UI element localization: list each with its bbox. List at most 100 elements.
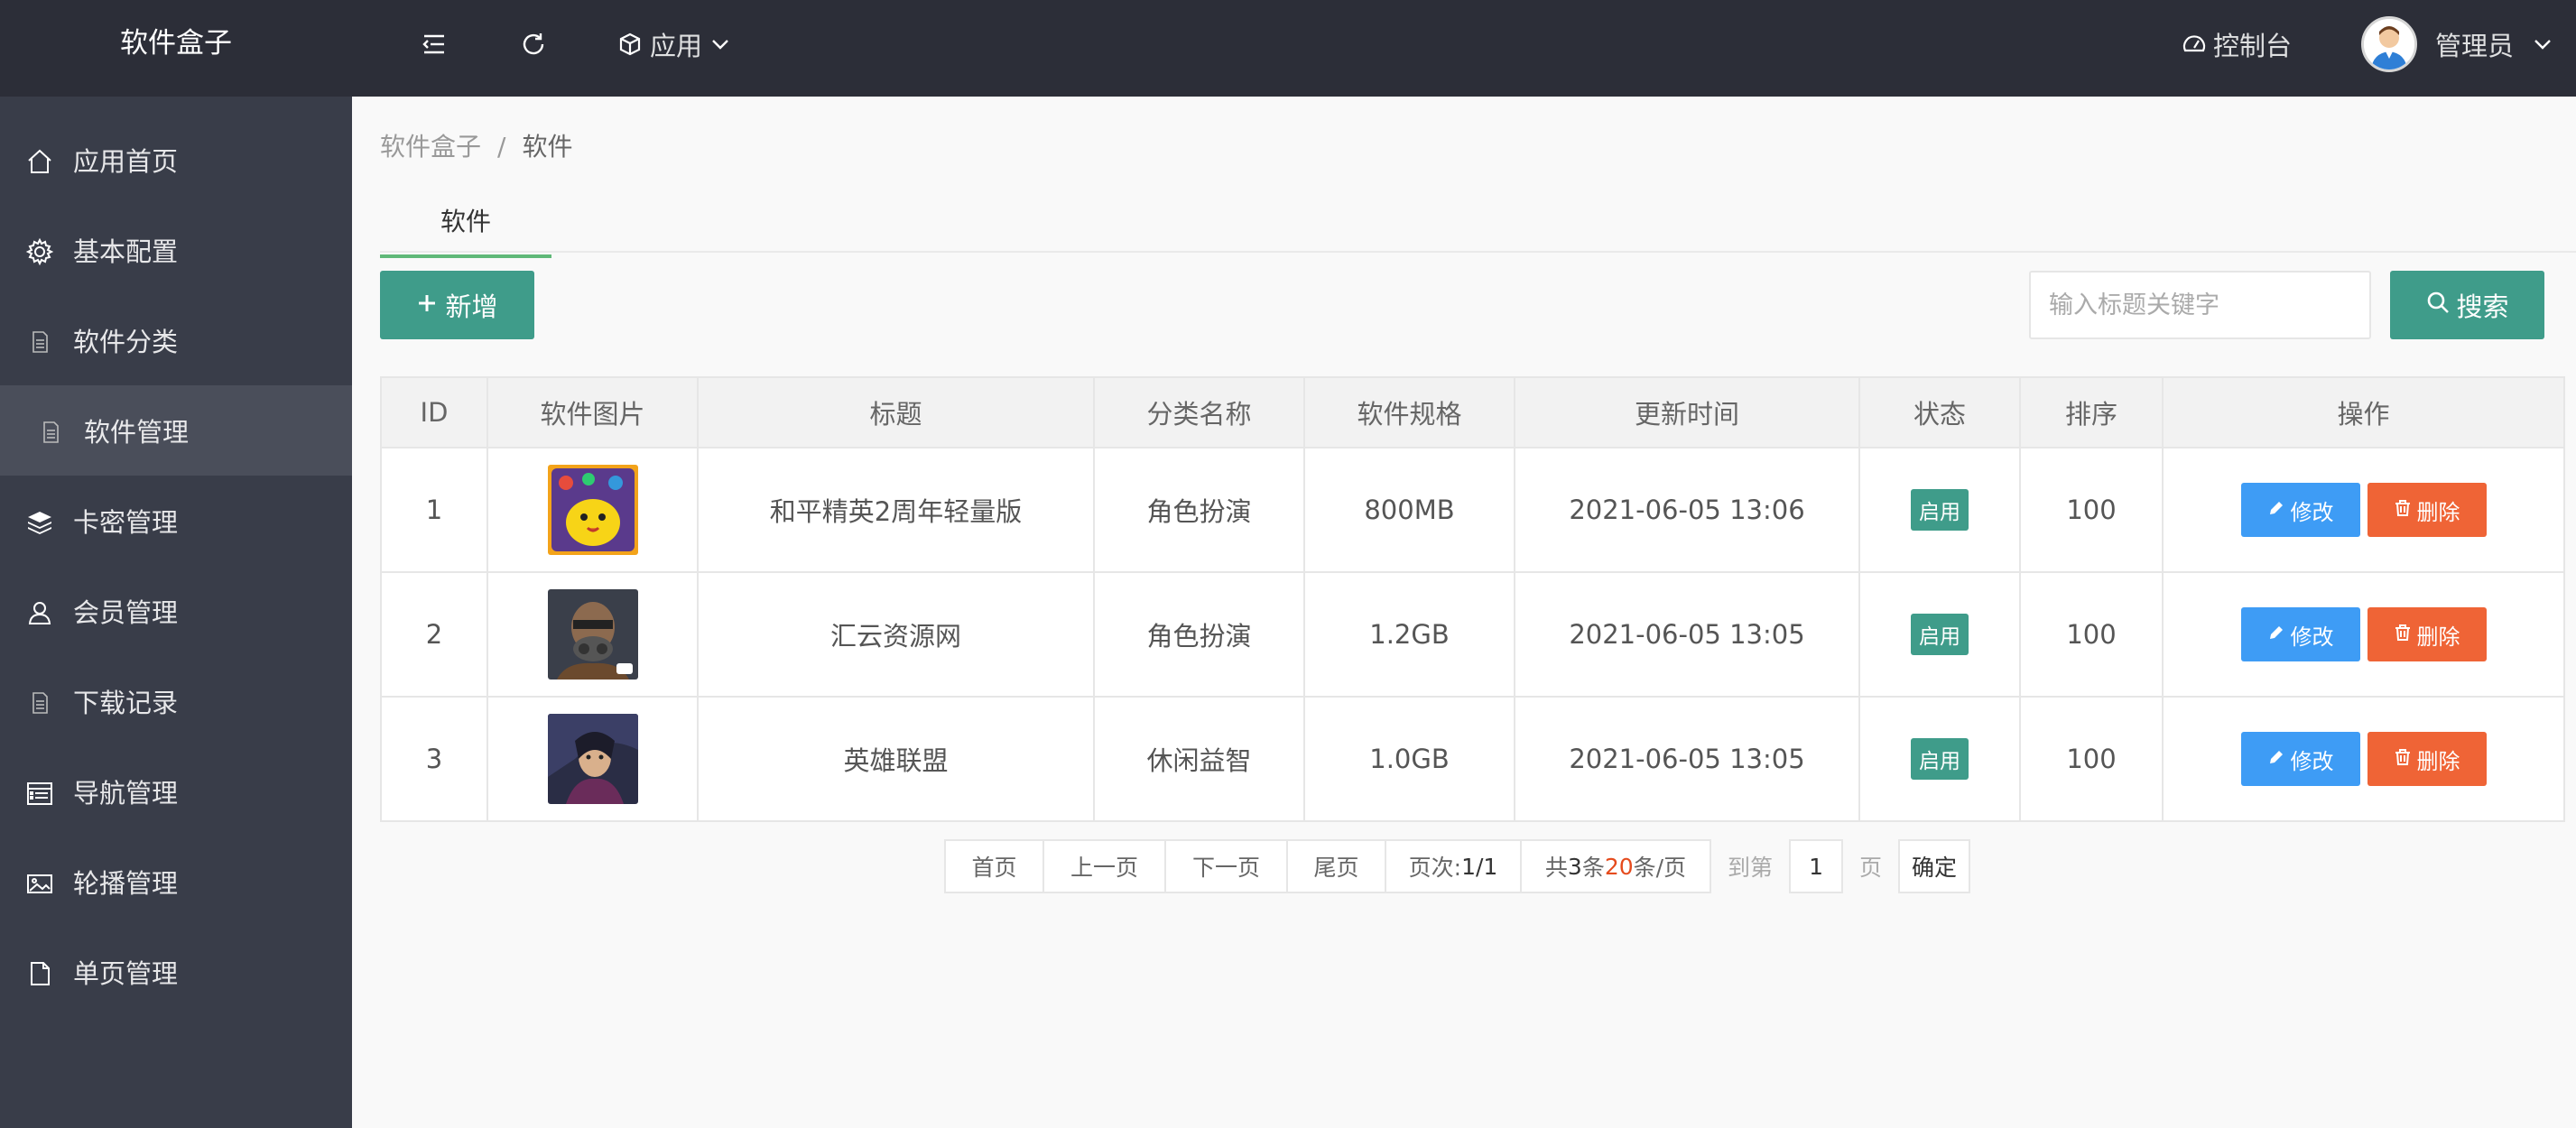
column-header: 排序 [2019, 376, 2164, 448]
table-row: 1 和平精英2周年轻量版 角色扮演 800MB 2021-06-05 13:06… [380, 447, 2565, 573]
console-link[interactable]: 控制台 [2181, 0, 2292, 88]
cell-updated: 2021-06-05 13:05 [1514, 696, 1860, 822]
edit-button[interactable]: 修改 [2240, 483, 2360, 537]
cell-category: 休闲益智 [1093, 696, 1305, 822]
cell-status: 启用 [1858, 696, 2021, 822]
list-icon [25, 779, 54, 808]
pager-next[interactable]: 下一页 [1164, 839, 1288, 893]
user-name: 管理员 [2435, 30, 2515, 61]
app-menu-label: 应用 [650, 30, 703, 61]
cell-sort: 100 [2019, 696, 2164, 822]
edit-button[interactable]: 修改 [2240, 607, 2360, 661]
edit-button-label: 修改 [2290, 499, 2334, 525]
user-menu[interactable]: 管理员 [2361, 0, 2553, 88]
sidebar-item-config[interactable]: 基本配置 [0, 205, 352, 295]
pager-goto-input[interactable]: 1 [1789, 839, 1844, 893]
cell-size: 1.0GB [1303, 696, 1515, 822]
column-header: 更新时间 [1514, 376, 1860, 448]
gear-icon [25, 237, 54, 266]
cell-title: 汇云资源网 [697, 571, 1095, 698]
column-header: 软件图片 [486, 376, 699, 448]
search-icon [2425, 290, 2451, 321]
column-header: 操作 [2162, 376, 2565, 448]
sidebar-item-home[interactable]: 应用首页 [0, 115, 352, 205]
table-row: 2 汇云资源网 角色扮演 1.2GB 2021-06-05 13:05 启用 1… [380, 571, 2565, 698]
delete-button-label: 删除 [2416, 624, 2460, 650]
delete-button[interactable]: 删除 [2367, 607, 2487, 661]
sidebar-item-label: 会员管理 [73, 597, 179, 628]
pagination: 首页 上一页 下一页 尾页 页次: 1/1 共3条 20 条/页 到第 1 页 确定 [944, 839, 1971, 893]
sidebar-item-label: 卡密管理 [73, 507, 179, 538]
file-icon [36, 418, 65, 447]
cube-icon [617, 32, 643, 57]
status-badge: 启用 [1911, 489, 1969, 531]
sidebar-item-software[interactable]: 软件管理 [0, 385, 352, 476]
app-logo[interactable]: 软件盒子 [0, 0, 352, 97]
edit-button-label: 修改 [2290, 748, 2334, 774]
document-icon [25, 959, 54, 988]
cell-id: 1 [380, 447, 488, 573]
sidebar-item-downloads[interactable]: 下载记录 [0, 656, 352, 746]
breadcrumb-separator: / [497, 132, 506, 162]
search-button[interactable]: 搜索 [2390, 271, 2544, 339]
cell-actions: 修改 删除 [2162, 696, 2565, 822]
tab-software[interactable]: 软件 [380, 197, 551, 258]
search-input[interactable] [2029, 271, 2371, 339]
menu-toggle-button[interactable] [421, 0, 448, 88]
cell-updated: 2021-06-05 13:05 [1514, 571, 1860, 698]
sidebar-item-members[interactable]: 会员管理 [0, 566, 352, 656]
column-header: 标题 [697, 376, 1095, 448]
file-icon [25, 328, 54, 356]
add-button[interactable]: 新增 [380, 271, 534, 339]
sidebar-item-carousel[interactable]: 轮播管理 [0, 837, 352, 927]
cell-updated: 2021-06-05 13:06 [1514, 447, 1860, 573]
sidebar-item-cards[interactable]: 卡密管理 [0, 476, 352, 566]
delete-button[interactable]: 删除 [2367, 732, 2487, 786]
pager-prev[interactable]: 上一页 [1042, 839, 1166, 893]
cell-sort: 100 [2019, 447, 2164, 573]
sidebar-item-label: 软件分类 [73, 327, 179, 357]
breadcrumb: 软件盒子 / 软件 [380, 127, 572, 163]
sidebar-item-label: 导航管理 [73, 778, 179, 809]
column-header: ID [380, 376, 488, 448]
pager-confirm-button[interactable]: 确定 [1898, 839, 1971, 893]
edit-button[interactable]: 修改 [2240, 732, 2360, 786]
pager-per-page: 20 [1604, 853, 1634, 880]
pager-last[interactable]: 尾页 [1286, 839, 1386, 893]
cell-id: 2 [380, 571, 488, 698]
dashboard-icon [2181, 31, 2208, 58]
breadcrumb-root[interactable]: 软件盒子 [380, 132, 481, 162]
pager-goto-unit: 页 [1859, 855, 1883, 881]
refresh-icon [520, 31, 547, 58]
sidebar-item-label: 单页管理 [73, 958, 179, 989]
trash-icon [2394, 746, 2412, 772]
trash-icon [2394, 497, 2412, 522]
sidebar-item-pages[interactable]: 单页管理 [0, 927, 352, 1017]
add-button-label: 新增 [445, 291, 498, 322]
status-badge: 启用 [1911, 614, 1969, 655]
file-icon [25, 689, 54, 717]
delete-button[interactable]: 删除 [2367, 483, 2487, 537]
pager-total-suffix: 条/页 [1633, 855, 1687, 881]
layers-icon [25, 508, 54, 537]
cell-status: 启用 [1858, 571, 2021, 698]
sidebar-item-category[interactable]: 软件分类 [0, 295, 352, 385]
refresh-button[interactable] [520, 0, 547, 88]
delete-button-label: 删除 [2416, 748, 2460, 774]
column-header: 分类名称 [1093, 376, 1305, 448]
cell-sort: 100 [2019, 571, 2164, 698]
chevron-down-icon [709, 33, 731, 55]
menu-fold-icon [421, 31, 448, 58]
sidebar-item-label: 软件管理 [84, 417, 190, 448]
app-menu[interactable]: 应用 [617, 0, 731, 88]
sidebar-item-label: 应用首页 [73, 146, 179, 177]
cell-image [486, 571, 699, 698]
cell-title: 和平精英2周年轻量版 [697, 447, 1095, 573]
software-thumbnail [547, 589, 638, 680]
pencil-icon [2267, 622, 2285, 647]
software-table: ID 软件图片 标题 分类名称 软件规格 更新时间 状态 排序 操作 1 和平精… [380, 376, 2565, 822]
sidebar-item-navigation[interactable]: 导航管理 [0, 746, 352, 837]
cell-category: 角色扮演 [1093, 447, 1305, 573]
pager-first[interactable]: 首页 [944, 839, 1044, 893]
edit-button-label: 修改 [2290, 624, 2334, 650]
